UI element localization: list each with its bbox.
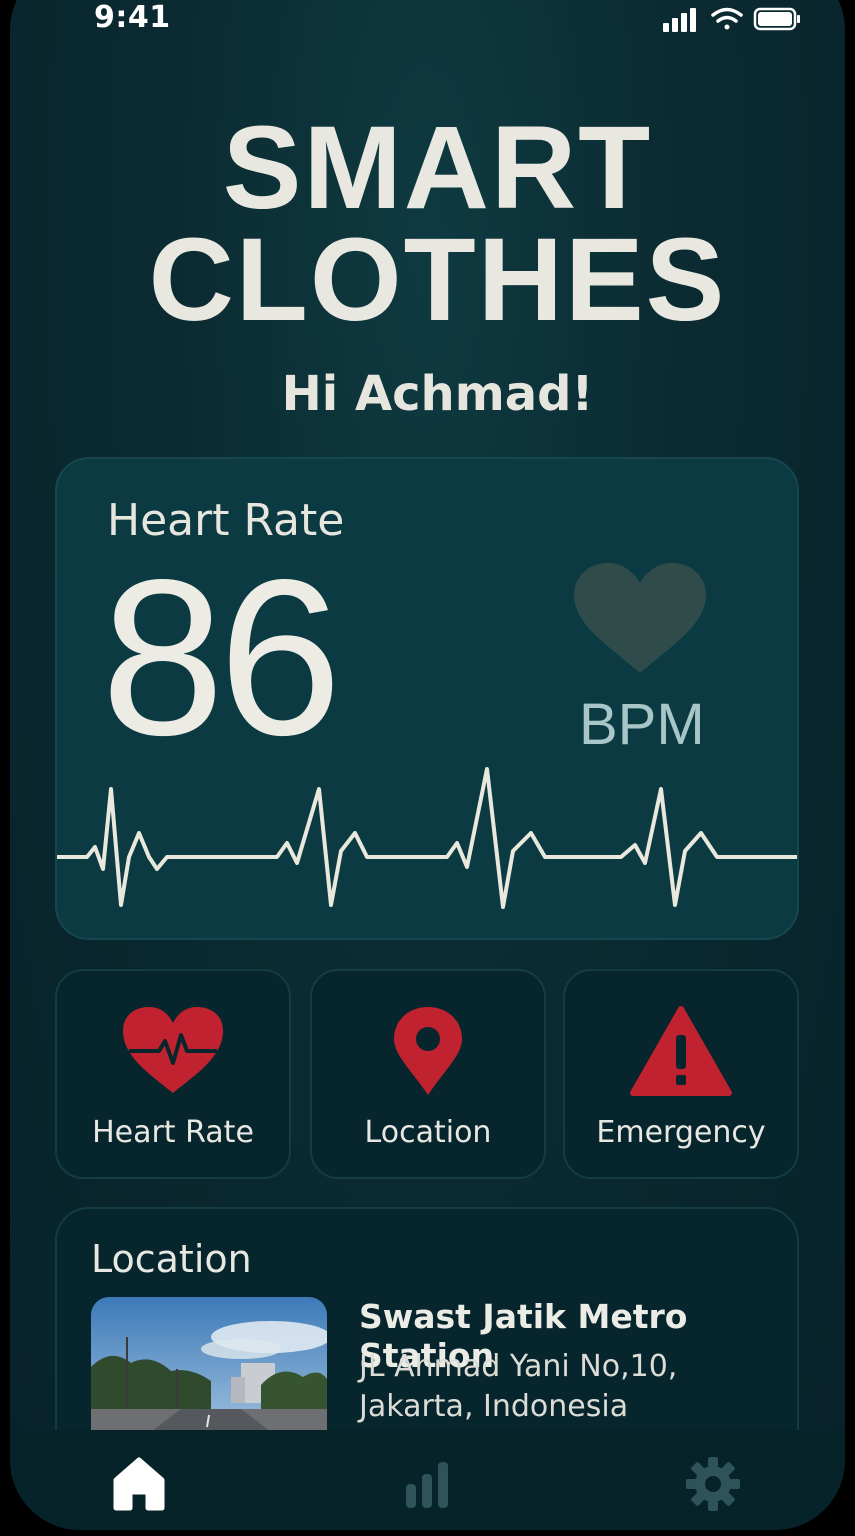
nav-stats[interactable] bbox=[392, 1448, 462, 1518]
location-photo bbox=[91, 1297, 327, 1447]
tile-emergency[interactable]: Emergency bbox=[563, 969, 799, 1179]
ecg-waveform bbox=[57, 767, 797, 909]
status-time: 9:41 bbox=[94, 0, 171, 35]
heart-rate-unit: BPM bbox=[579, 692, 705, 757]
phone-screen: 9:41 SMART CLOTHES Hi Achmad! Heart Rate… bbox=[10, 0, 845, 1530]
tile-emergency-label: Emergency bbox=[596, 1115, 766, 1150]
warning-triangle-icon bbox=[630, 1006, 732, 1096]
bottom-nav bbox=[10, 1430, 845, 1530]
settings-icon bbox=[686, 1457, 740, 1511]
location-address-line2: Jakarta, Indonesia bbox=[359, 1389, 629, 1424]
heart-rate-value: 86 bbox=[101, 534, 342, 782]
signal-icon bbox=[663, 8, 696, 32]
wifi-icon bbox=[711, 7, 743, 30]
app-title-line2: CLOTHES bbox=[148, 214, 727, 346]
map-pin-icon bbox=[394, 1007, 462, 1095]
location-address-line1: JL Ahmad Yani No,10, bbox=[359, 1349, 678, 1384]
tile-location-label: Location bbox=[364, 1115, 492, 1150]
app-title-line1: SMART bbox=[222, 102, 653, 234]
status-icons bbox=[663, 7, 800, 32]
stats-icon bbox=[406, 1462, 448, 1508]
tile-heart-rate[interactable]: Heart Rate bbox=[55, 969, 291, 1179]
nav-home[interactable] bbox=[104, 1448, 174, 1518]
tile-heart-rate-label: Heart Rate bbox=[92, 1115, 254, 1150]
location-card-title: Location bbox=[91, 1237, 252, 1281]
heart-icon bbox=[574, 563, 706, 673]
nav-settings[interactable] bbox=[678, 1448, 748, 1518]
app-title: SMART CLOTHES bbox=[10, 102, 845, 346]
heart-pulse-icon bbox=[123, 1007, 223, 1093]
greeting: Hi Achmad! bbox=[281, 366, 594, 422]
battery-icon bbox=[753, 7, 800, 31]
tile-location[interactable]: Location bbox=[310, 969, 546, 1179]
home-icon bbox=[113, 1457, 165, 1511]
heart-rate-card[interactable]: Heart Rate 86 BPM bbox=[55, 457, 799, 940]
